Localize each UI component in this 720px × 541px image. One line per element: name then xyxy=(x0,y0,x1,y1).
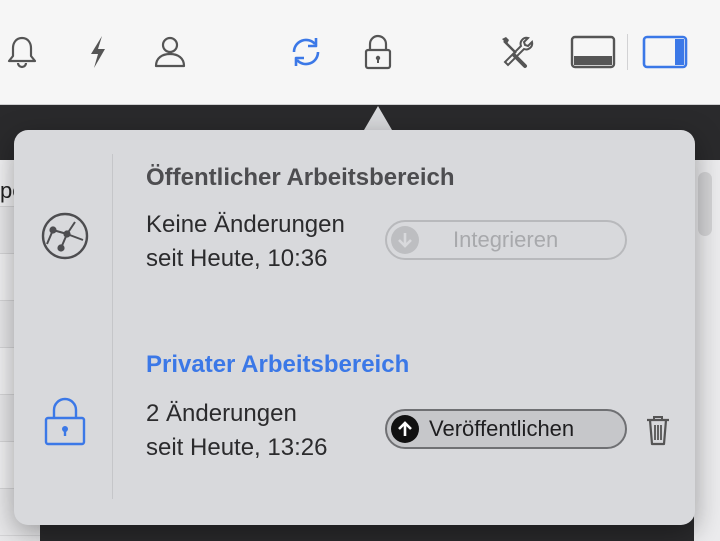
arrow-down-circle-icon xyxy=(391,226,419,254)
tools-icon[interactable] xyxy=(494,28,538,76)
publish-button-label: Veröffentlichen xyxy=(429,416,575,441)
public-status-line2: seit Heute, 10:36 xyxy=(146,245,328,272)
private-status-line1: 2 Änderungen xyxy=(146,400,297,427)
private-status-line2: seit Heute, 13:26 xyxy=(146,434,328,461)
public-workspace-title: Öffentlicher Arbeitsbereich xyxy=(146,164,455,191)
integrate-button[interactable]: Integrieren xyxy=(385,220,627,260)
workspace-popover: Öffentlicher Arbeitsbereich Keine Änderu… xyxy=(14,130,695,525)
popover-arrow xyxy=(364,106,392,130)
network-globe-icon xyxy=(39,210,91,267)
arrow-up-circle-icon xyxy=(391,415,419,443)
public-status-line1: Keine Änderungen xyxy=(146,211,345,238)
private-workspace-title: Privater Arbeitsbereich xyxy=(146,351,410,378)
toolbar-separator xyxy=(627,34,628,70)
person-icon[interactable] xyxy=(148,28,192,76)
panel-right-icon[interactable] xyxy=(638,28,692,76)
sync-icon[interactable] xyxy=(284,28,328,76)
background-scrollbar xyxy=(694,160,720,541)
private-lock-icon xyxy=(42,394,88,453)
publish-button[interactable]: Veröffentlichen xyxy=(385,409,627,449)
integrate-button-label: Integrieren xyxy=(453,227,559,252)
popover-divider xyxy=(112,154,113,499)
public-workspace-status: Keine Änderungen seit Heute, 10:36 xyxy=(146,208,345,276)
lock-icon[interactable] xyxy=(356,28,400,76)
bell-icon[interactable] xyxy=(0,28,44,76)
bolt-icon[interactable] xyxy=(76,28,120,76)
toolbar xyxy=(0,0,720,105)
private-workspace-status: 2 Änderungen seit Heute, 13:26 xyxy=(146,397,327,465)
panel-bottom-icon[interactable] xyxy=(566,28,620,76)
trash-icon[interactable] xyxy=(644,413,672,452)
